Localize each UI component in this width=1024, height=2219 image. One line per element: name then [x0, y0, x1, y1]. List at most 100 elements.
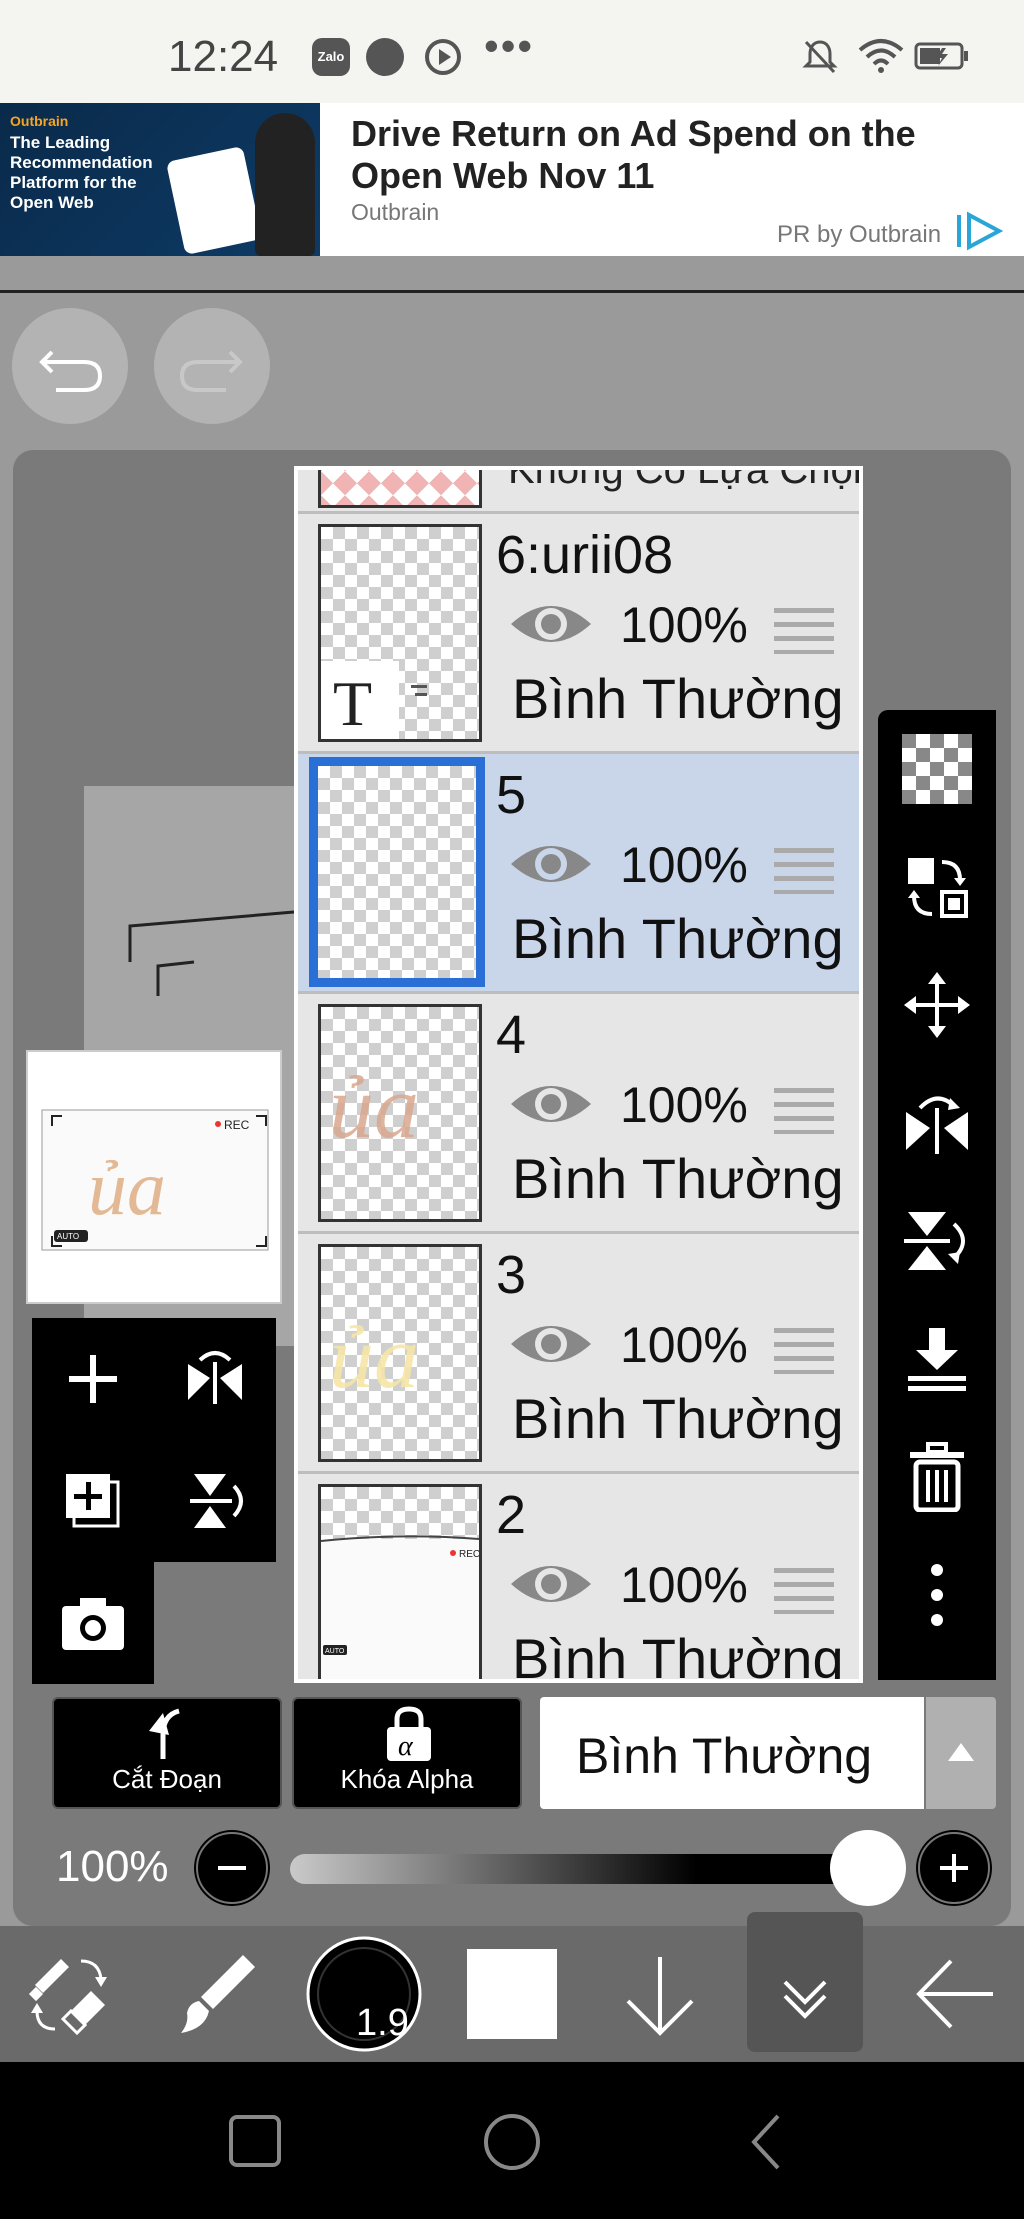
transparency-button[interactable] — [878, 710, 996, 828]
layer-name[interactable]: 2 — [496, 1484, 526, 1546]
brush-eraser-swap-icon — [28, 1959, 107, 2036]
undo-button[interactable] — [12, 308, 128, 424]
right-tool-panel — [878, 710, 996, 1680]
back-nav-icon[interactable] — [746, 2112, 786, 2172]
brush-icon — [181, 1955, 255, 2033]
triangle-up-icon — [948, 1743, 974, 1761]
clipping-arrow-icon — [149, 1708, 180, 1759]
flip-v-layer-button[interactable] — [878, 1182, 996, 1300]
brush-size-value: 1.9 — [356, 2002, 409, 2044]
battery-icon — [914, 42, 968, 70]
eye-icon[interactable] — [508, 834, 594, 894]
layer-blend-mode: Bình Thường — [512, 907, 844, 970]
drag-handle-icon[interactable] — [774, 606, 834, 654]
home-icon[interactable] — [482, 2112, 542, 2172]
eye-icon[interactable] — [508, 1314, 594, 1374]
delete-layer-button[interactable] — [878, 1418, 996, 1536]
layers-panel[interactable]: Không Có Lựa Chọn T 6:urii08 100% Bình T… — [294, 466, 863, 1683]
drag-handle-icon[interactable] — [774, 1566, 834, 1614]
trash-icon — [910, 1442, 964, 1512]
drag-handle-icon[interactable] — [774, 1086, 834, 1134]
merge-down-button[interactable] — [878, 1300, 996, 1418]
layer-opacity: 100% — [620, 837, 748, 893]
swap-layers-icon — [908, 858, 968, 918]
zalo-icon: Zalo — [312, 38, 350, 76]
layer-thumbnail — [309, 757, 485, 987]
redo-icon — [179, 350, 243, 392]
status-time: 12:24 — [168, 32, 279, 81]
plus-icon — [69, 1355, 117, 1403]
canvas-thumbnail[interactable]: REC ủa AUTO — [26, 1050, 282, 1304]
layer-item-5[interactable]: 5 100% Bình Thường — [298, 754, 859, 994]
ad-sponsor[interactable]: PR by Outbrain — [777, 221, 941, 249]
camera-icon — [62, 1598, 124, 1650]
layer-thumbnail — [318, 470, 482, 508]
add-layer-button[interactable] — [32, 1318, 154, 1440]
layer-blend-mode: Bình Thường — [512, 1387, 844, 1450]
text-layer-icon: T — [333, 668, 372, 739]
brush-size-button[interactable]: 1.9 — [294, 1926, 434, 2062]
alpha-lock-button[interactable]: α Khóa Alpha — [292, 1697, 522, 1809]
recent-apps-icon[interactable] — [228, 2114, 282, 2168]
bottom-toolbar: 1.9 — [0, 1912, 1024, 2062]
layer-blend-mode: Bình Thường — [512, 1627, 844, 1683]
back-button[interactable] — [884, 1926, 1024, 2062]
opacity-slider-track[interactable] — [290, 1854, 870, 1884]
brush-tool-button[interactable] — [146, 1926, 286, 2062]
wifi-icon — [858, 39, 904, 73]
ad-image-brand: Outbrain — [10, 113, 69, 129]
eye-icon[interactable] — [508, 1074, 594, 1134]
drag-handle-icon[interactable] — [774, 1326, 834, 1374]
opacity-slider-handle[interactable] — [830, 1830, 906, 1906]
ad-banner[interactable]: Outbrain The Leading Recommendation Plat… — [0, 103, 1024, 256]
eye-icon[interactable] — [508, 1554, 594, 1614]
layer-item-6[interactable]: T 6:urii08 100% Bình Thường — [298, 514, 859, 754]
layers-menu-button[interactable] — [747, 1912, 863, 2052]
current-color-swatch — [467, 1949, 557, 2039]
opacity-decrease-button[interactable] — [194, 1830, 270, 1906]
layer-thumb-rec-label: REC — [459, 1549, 479, 1560]
flip-vertical-icon — [904, 1212, 965, 1270]
tool-switch-button[interactable] — [0, 1926, 140, 2062]
more-notifications-icon: ••• — [484, 22, 535, 69]
more-options-button[interactable] — [878, 1536, 996, 1654]
drag-handle-icon[interactable] — [774, 846, 834, 894]
status-bar: 12:24 Zalo ••• — [0, 0, 1024, 103]
flip-vertical-button[interactable] — [154, 1440, 276, 1562]
layer-down-button[interactable] — [590, 1926, 730, 2062]
opacity-increase-button[interactable] — [916, 1830, 992, 1906]
blend-mode-select[interactable]: Bình Thường — [540, 1697, 924, 1809]
layer-name[interactable]: 3 — [496, 1244, 526, 1306]
flip-h-layer-button[interactable] — [878, 1064, 996, 1182]
color-swatch-button[interactable] — [442, 1926, 582, 2062]
layer-thumbnail: ủa — [318, 1004, 482, 1222]
move-button[interactable] — [878, 946, 996, 1064]
layer-name[interactable]: 4 — [496, 1004, 526, 1066]
camera-button[interactable] — [32, 1562, 154, 1684]
flip-horizontal-button[interactable] — [154, 1318, 276, 1440]
layer-item-partial[interactable]: Không Có Lựa Chọn — [298, 470, 859, 514]
chat-icon — [366, 38, 404, 76]
person-illustration — [255, 113, 315, 256]
blend-mode-dropdown-button[interactable] — [926, 1697, 996, 1809]
outbrain-logo-icon[interactable] — [955, 211, 1003, 251]
layer-item-2[interactable]: REC AUTO 2 100% Bình Thường — [298, 1474, 859, 1683]
move-arrows-icon — [904, 972, 970, 1038]
layer-item-3[interactable]: ủa 3 100% Bình Thường — [298, 1234, 859, 1474]
clipping-button[interactable]: Cắt Đoạn — [52, 1697, 282, 1809]
swap-layers-button[interactable] — [878, 828, 996, 946]
layer-name[interactable]: 5 — [496, 764, 526, 826]
layer-opacity: 100% — [620, 1317, 748, 1373]
redo-button[interactable] — [154, 308, 270, 424]
ad-divider — [0, 290, 1024, 293]
flip-vertical-icon — [190, 1474, 243, 1528]
left-tool-panel — [32, 1318, 276, 1684]
eye-icon[interactable] — [508, 594, 594, 654]
ad-image[interactable]: Outbrain The Leading Recommendation Plat… — [0, 103, 320, 256]
ad-title[interactable]: Drive Return on Ad Spend on the Open Web… — [351, 113, 1011, 197]
duplicate-layer-button[interactable] — [32, 1440, 154, 1562]
double-chevron-down-icon — [783, 1980, 827, 2019]
vertical-dots-icon — [931, 1564, 943, 1626]
layer-item-4[interactable]: ủa 4 100% Bình Thường — [298, 994, 859, 1234]
layer-name[interactable]: 6:urii08 — [496, 524, 673, 586]
